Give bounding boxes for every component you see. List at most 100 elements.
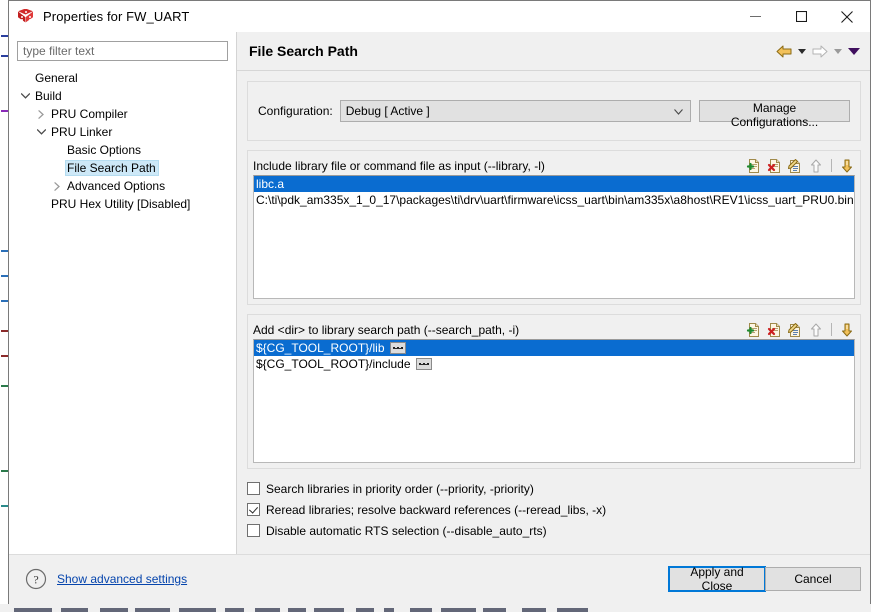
background-text-sliver xyxy=(314,608,344,612)
linker-options-checkbox-list: Search libraries in priority order (--pr… xyxy=(247,478,861,541)
browse-ellipsis-icon[interactable] xyxy=(415,358,432,370)
include-library-label: Include library file or command file as … xyxy=(253,158,545,173)
toolbar-separator xyxy=(830,159,832,172)
search-path-listbox[interactable]: ${CG_TOOL_ROOT}/lib ${CG_TOOL_ROOT}/inclu… xyxy=(253,339,855,463)
checkbox-checked-icon[interactable] xyxy=(247,503,260,516)
include-library-group: Include library file or command file as … xyxy=(247,150,861,305)
list-item[interactable]: ${CG_TOOL_ROOT}/lib xyxy=(254,340,854,356)
background-text-sliver xyxy=(135,608,170,612)
background-text-sliver xyxy=(410,608,432,612)
include-library-header: Include library file or command file as … xyxy=(253,156,855,175)
sidebar-item-label: Advanced Options xyxy=(67,179,166,193)
dialog-content: General Build PRU Compiler PRU Linker Basic … xyxy=(9,32,870,555)
page-title: File Search Path xyxy=(249,43,358,59)
checkbox-unchecked-icon[interactable] xyxy=(247,524,260,537)
checkbox-row[interactable]: Search libraries in priority order (--pr… xyxy=(247,478,861,499)
maximize-icon[interactable] xyxy=(778,1,824,32)
configuration-select[interactable]: Debug [ Active ] xyxy=(339,100,692,122)
filter-input[interactable] xyxy=(17,41,228,61)
search-path-toolbar xyxy=(745,320,855,339)
chevron-right-icon[interactable] xyxy=(33,106,49,122)
sidebar-item-label: File Search Path xyxy=(65,160,159,176)
search-path-header: Add <dir> to library search path (--sear… xyxy=(253,320,855,339)
sidebar-item-advanced-options[interactable]: Advanced Options xyxy=(9,177,236,195)
background-text-sliver xyxy=(1,385,8,387)
list-item-label: C:\ti\pdk_am335x_1_0_17\packages\ti\drv\… xyxy=(256,193,854,207)
back-arrow-icon[interactable] xyxy=(773,40,795,62)
page-menu-chevron-down-filled-icon[interactable] xyxy=(845,40,863,62)
dialog-footer: ? Show advanced settings Apply and Close… xyxy=(9,554,870,604)
settings-tree-pane: General Build PRU Compiler PRU Linker Basic … xyxy=(9,32,237,555)
window-title: Properties for FW_UART xyxy=(43,9,190,24)
checkbox-label: Reread libraries; resolve backward refer… xyxy=(266,502,607,517)
checkbox-row[interactable]: Reread libraries; resolve backward refer… xyxy=(247,499,861,520)
page-header: File Search Path xyxy=(237,32,870,71)
add-icon[interactable] xyxy=(745,158,761,174)
background-text-sliver xyxy=(356,608,374,612)
include-library-toolbar xyxy=(745,156,855,175)
browse-ellipsis-icon[interactable] xyxy=(389,342,406,354)
page-nav-toolbar xyxy=(773,32,863,70)
move-up-icon xyxy=(808,158,824,174)
background-text-sliver xyxy=(61,608,88,612)
forward-arrow-icon xyxy=(809,40,831,62)
sidebar-item-build[interactable]: Build xyxy=(9,87,236,105)
sidebar-item-pru-linker[interactable]: PRU Linker xyxy=(9,123,236,141)
background-text-sliver xyxy=(557,608,588,612)
list-item[interactable]: C:\ti\pdk_am335x_1_0_17\packages\ti\drv\… xyxy=(254,192,854,208)
help-question-icon[interactable]: ? xyxy=(25,568,47,590)
background-text-sliver xyxy=(1,330,8,332)
settings-page-pane: File Search Path Configuration: Debug [… xyxy=(237,32,870,555)
back-history-chevron-down-icon[interactable] xyxy=(796,40,808,62)
checkbox-row[interactable]: Disable automatic RTS selection (--disab… xyxy=(247,520,861,541)
move-down-icon[interactable] xyxy=(839,322,855,338)
background-text-sliver xyxy=(288,608,306,612)
sidebar-item-general[interactable]: General xyxy=(9,69,236,87)
list-item-label: ${CG_TOOL_ROOT}/lib xyxy=(256,341,385,355)
forward-history-chevron-down-icon[interactable] xyxy=(832,40,844,62)
title-bar: Properties for FW_UART xyxy=(9,1,870,33)
apply-and-close-button[interactable]: Apply and Close xyxy=(668,565,766,593)
delete-icon[interactable] xyxy=(766,322,782,338)
move-up-icon xyxy=(808,322,824,338)
list-item[interactable]: libc.a xyxy=(254,176,854,192)
cancel-button[interactable]: Cancel xyxy=(765,567,861,591)
settings-tree: General Build PRU Compiler PRU Linker Basic … xyxy=(9,69,236,213)
move-down-icon[interactable] xyxy=(839,158,855,174)
chevron-down-icon[interactable] xyxy=(33,124,49,140)
chevron-down-icon[interactable] xyxy=(17,88,33,104)
show-advanced-settings-link[interactable]: Show advanced settings xyxy=(57,572,187,586)
background-text-sliver xyxy=(1,470,8,472)
minimize-icon[interactable] xyxy=(732,1,778,32)
background-text-sliver xyxy=(441,608,476,612)
delete-icon[interactable] xyxy=(766,158,782,174)
close-icon[interactable] xyxy=(824,1,870,32)
sidebar-item-label: General xyxy=(35,71,78,85)
add-icon[interactable] xyxy=(745,322,761,338)
list-item[interactable]: ${CG_TOOL_ROOT}/include xyxy=(254,356,854,372)
background-text-sliver xyxy=(1,505,8,507)
sidebar-item-pru-compiler[interactable]: PRU Compiler xyxy=(9,105,236,123)
include-library-listbox[interactable]: libc.a C:\ti\pdk_am335x_1_0_17\packages\t… xyxy=(253,175,855,299)
edit-icon[interactable] xyxy=(787,158,803,174)
sidebar-item-basic-options[interactable]: Basic Options xyxy=(9,141,236,159)
background-text-sliver xyxy=(14,608,52,612)
toolbar-separator xyxy=(830,323,832,336)
checkbox-unchecked-icon[interactable] xyxy=(247,482,260,495)
background-text-sliver xyxy=(100,608,128,612)
edit-icon[interactable] xyxy=(787,322,803,338)
background-text-sliver xyxy=(522,608,546,612)
chevron-right-icon[interactable] xyxy=(49,178,65,194)
background-text-sliver xyxy=(1,35,8,37)
sidebar-item-file-search-path[interactable]: File Search Path xyxy=(9,159,236,177)
background-text-sliver xyxy=(384,608,394,612)
manage-configurations-button[interactable]: Manage Configurations... xyxy=(699,100,850,129)
sidebar-item-label: PRU Linker xyxy=(51,125,113,139)
background-text-sliver xyxy=(1,110,8,112)
configuration-value: Debug [ Active ] xyxy=(345,104,430,118)
window-controls xyxy=(732,1,870,32)
sidebar-item-pru-hex-utility-disabled[interactable]: PRU Hex Utility [Disabled] xyxy=(9,195,236,213)
